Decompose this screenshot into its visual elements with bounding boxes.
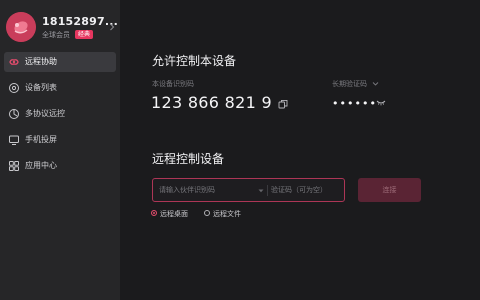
device-list-icon bbox=[9, 83, 19, 93]
remote-files-radio[interactable]: 远程文件 bbox=[204, 209, 264, 219]
sidebar: 18152897... 全球会员 经典 远程协助 设备列表 多协议远控 手机投屏… bbox=[0, 0, 120, 300]
partner-id-input-group[interactable]: 请输入伙伴识别码 验证码（可为空） bbox=[152, 178, 345, 202]
phone-cast-icon bbox=[9, 135, 19, 145]
caret-down-icon[interactable] bbox=[258, 189, 264, 193]
verify-code-input[interactable]: 验证码（可为空） bbox=[271, 185, 327, 195]
sidebar-item-label: 应用中心 bbox=[25, 161, 57, 170]
verify-code-value: •••••• bbox=[332, 97, 377, 110]
sidebar-item-label: 设备列表 bbox=[25, 83, 57, 92]
sidebar-item-remote-assist[interactable]: 远程协助 bbox=[4, 52, 116, 72]
copy-icon[interactable] bbox=[278, 99, 288, 109]
sidebar-item-phone-cast[interactable]: 手机投屏 bbox=[4, 130, 116, 150]
sidebar-item-label: 远程协助 bbox=[25, 57, 57, 66]
allow-control-title: 允许控制本设备 bbox=[152, 54, 237, 68]
sidebar-item-device-list[interactable]: 设备列表 bbox=[4, 78, 116, 98]
eye-hidden-icon[interactable] bbox=[376, 99, 386, 106]
sidebar-item-app-center[interactable]: 应用中心 bbox=[4, 156, 116, 176]
chevron-down-icon[interactable] bbox=[372, 81, 379, 87]
radio-checked-icon bbox=[151, 210, 157, 216]
radio-label: 远程文件 bbox=[213, 210, 241, 218]
sidebar-item-label: 手机投屏 bbox=[25, 135, 57, 144]
device-id-value: 123 866 821 9 bbox=[151, 93, 272, 112]
profile-header[interactable]: 18152897... 全球会员 经典 bbox=[6, 11, 118, 45]
input-divider bbox=[267, 185, 268, 196]
sidebar-item-multi-protocol[interactable]: 多协议远控 bbox=[4, 104, 116, 124]
device-id-label: 本设备识别码 bbox=[152, 80, 194, 88]
remote-desktop-radio[interactable]: 远程桌面 bbox=[151, 209, 211, 219]
member-label: 全球会员 bbox=[42, 31, 70, 39]
remote-control-title: 远程控制设备 bbox=[152, 152, 225, 166]
radio-label: 远程桌面 bbox=[160, 210, 188, 218]
main-panel: 允许控制本设备 本设备识别码 123 866 821 9 长期验证码 •••••… bbox=[120, 0, 480, 300]
sidebar-nav: 远程协助 设备列表 多协议远控 手机投屏 应用中心 bbox=[4, 52, 116, 182]
connect-button[interactable]: 连接 bbox=[358, 178, 421, 202]
partner-id-input[interactable]: 请输入伙伴识别码 bbox=[159, 185, 215, 195]
verify-code-label[interactable]: 长期验证码 bbox=[332, 79, 367, 89]
remote-assist-icon bbox=[9, 59, 19, 65]
avatar[interactable] bbox=[6, 12, 36, 42]
sidebar-item-label: 多协议远控 bbox=[25, 109, 65, 118]
app-center-icon bbox=[9, 161, 19, 171]
chevron-right-icon[interactable] bbox=[107, 22, 117, 32]
member-badge: 经典 bbox=[75, 30, 94, 39]
radio-unchecked-icon bbox=[204, 210, 210, 216]
multi-protocol-icon bbox=[9, 109, 19, 119]
